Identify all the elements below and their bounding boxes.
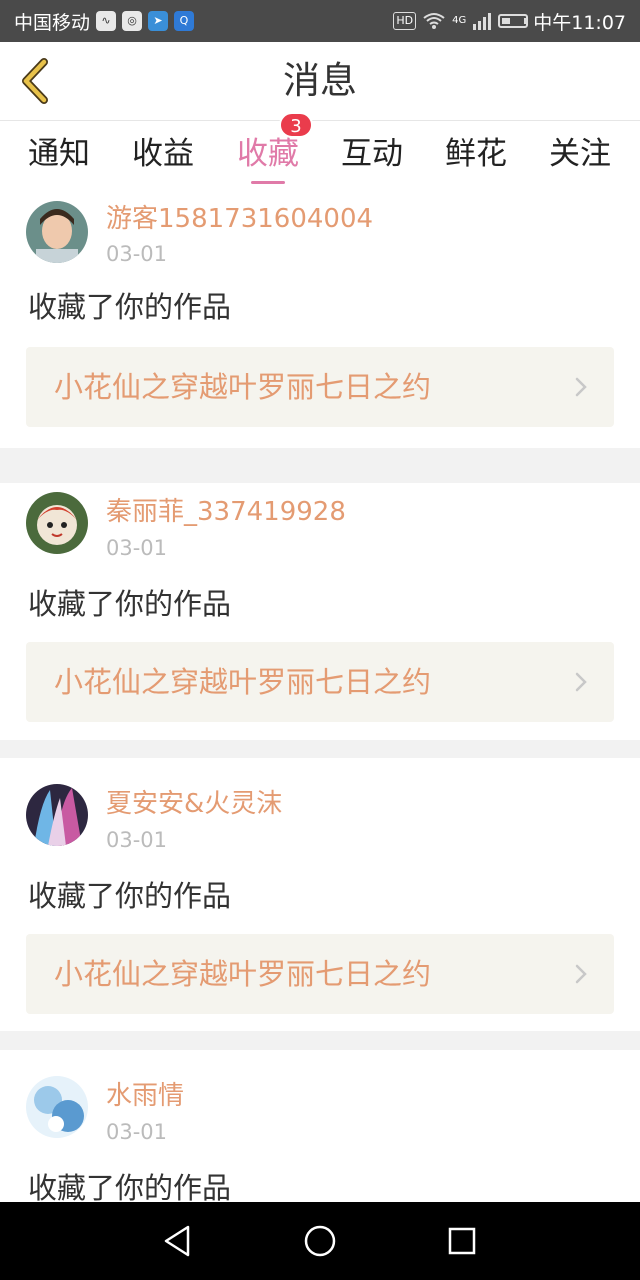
timestamp: 03-01 bbox=[106, 828, 168, 852]
status-right: HD 4G 中午11:07 bbox=[393, 8, 626, 35]
tab-earnings[interactable]: 收益 bbox=[110, 121, 216, 193]
work-title: 小花仙之穿越叶罗丽七日之约 bbox=[54, 957, 432, 991]
action-text: 收藏了你的作品 bbox=[28, 290, 232, 324]
tab-flowers[interactable]: 鲜花 bbox=[423, 121, 529, 193]
nav-back-button[interactable] bbox=[158, 1221, 198, 1261]
username[interactable]: 秦丽菲_337419928 bbox=[106, 494, 346, 530]
chevron-right-icon bbox=[575, 672, 587, 692]
user-avatar-image bbox=[26, 492, 88, 554]
system-nav-bar bbox=[0, 1202, 640, 1280]
timestamp: 03-01 bbox=[106, 242, 168, 266]
user-avatar-image bbox=[26, 201, 88, 263]
work-title: 小花仙之穿越叶罗丽七日之约 bbox=[54, 665, 432, 699]
list-item: 秦丽菲_337419928 03-01 收藏了你的作品 小花仙之穿越叶罗丽七日之… bbox=[0, 483, 640, 740]
tab-follow[interactable]: 关注 bbox=[527, 121, 633, 193]
list-item: 夏安安&火灵沫 03-01 收藏了你的作品 小花仙之穿越叶罗丽七日之约 bbox=[0, 758, 640, 1031]
tab-label: 收藏 bbox=[237, 136, 299, 172]
home-circle-icon bbox=[304, 1225, 336, 1257]
chevron-left-icon bbox=[22, 58, 48, 104]
tab-label: 互动 bbox=[341, 136, 403, 172]
tab-label: 鲜花 bbox=[445, 136, 507, 172]
user-avatar-image bbox=[26, 1076, 88, 1138]
chevron-right-icon bbox=[575, 964, 587, 984]
avatar[interactable] bbox=[26, 492, 88, 554]
recents-square-icon bbox=[448, 1227, 476, 1255]
page-title: 消息 bbox=[283, 59, 357, 102]
action-text: 收藏了你的作品 bbox=[28, 1171, 232, 1202]
nav-recents-button[interactable] bbox=[442, 1221, 482, 1261]
list-item: 游客1581731604004 03-01 收藏了你的作品 小花仙之穿越叶罗丽七… bbox=[0, 193, 640, 448]
avatar[interactable] bbox=[26, 1076, 88, 1138]
status-bar: 中国移动 ∿ ◎ ➤ Q HD 4G 中午11:07 bbox=[0, 0, 640, 42]
tab-favorites[interactable]: 收藏 3 bbox=[215, 112, 321, 193]
activity-icon: ∿ bbox=[96, 11, 117, 31]
unread-badge: 3 bbox=[279, 112, 313, 138]
status-left: 中国移动 ∿ ◎ ➤ Q bbox=[14, 8, 195, 35]
avatar[interactable] bbox=[26, 201, 88, 263]
app-header: 消息 bbox=[0, 42, 640, 121]
tab-label: 关注 bbox=[549, 136, 611, 172]
timestamp: 03-01 bbox=[106, 1120, 168, 1144]
action-text: 收藏了你的作品 bbox=[28, 587, 232, 621]
avatar[interactable] bbox=[26, 784, 88, 846]
nav-home-button[interactable] bbox=[300, 1221, 340, 1261]
username[interactable]: 游客1581731604004 bbox=[106, 201, 373, 237]
carrier-label: 中国移动 bbox=[14, 11, 91, 34]
network-type-label: 4G bbox=[452, 14, 467, 26]
tab-label: 收益 bbox=[132, 136, 194, 172]
work-link[interactable]: 小花仙之穿越叶罗丽七日之约 bbox=[26, 642, 614, 722]
browser-app-icon: Q bbox=[174, 11, 195, 31]
tab-interaction[interactable]: 互动 bbox=[319, 121, 425, 193]
work-title: 小花仙之穿越叶罗丽七日之约 bbox=[54, 370, 432, 404]
username[interactable]: 水雨情 bbox=[106, 1078, 184, 1114]
signal-icon bbox=[473, 13, 492, 30]
user-avatar-image bbox=[26, 784, 88, 846]
work-link[interactable]: 小花仙之穿越叶罗丽七日之约 bbox=[26, 934, 614, 1014]
wifi-icon bbox=[423, 13, 445, 29]
active-tab-indicator bbox=[251, 181, 285, 184]
back-triangle-icon bbox=[164, 1225, 190, 1257]
tab-label: 通知 bbox=[28, 136, 90, 172]
work-link[interactable]: 小花仙之穿越叶罗丽七日之约 bbox=[26, 347, 614, 427]
timestamp: 03-01 bbox=[106, 536, 168, 560]
battery-icon bbox=[498, 14, 529, 28]
clock: 中午11:07 bbox=[533, 11, 626, 34]
back-button[interactable] bbox=[14, 56, 58, 106]
tab-notice[interactable]: 通知 bbox=[6, 121, 112, 193]
action-text: 收藏了你的作品 bbox=[28, 879, 232, 913]
hd-icon: HD bbox=[393, 12, 417, 30]
list-item: 水雨情 03-01 收藏了你的作品 bbox=[0, 1050, 640, 1202]
message-app-icon: ➤ bbox=[148, 11, 169, 31]
username[interactable]: 夏安安&火灵沫 bbox=[106, 786, 282, 822]
chevron-right-icon bbox=[575, 377, 587, 397]
app-notification-icon: ◎ bbox=[122, 11, 143, 31]
tab-bar: 通知 收益 收藏 3 互动 鲜花 关注 bbox=[0, 112, 640, 193]
